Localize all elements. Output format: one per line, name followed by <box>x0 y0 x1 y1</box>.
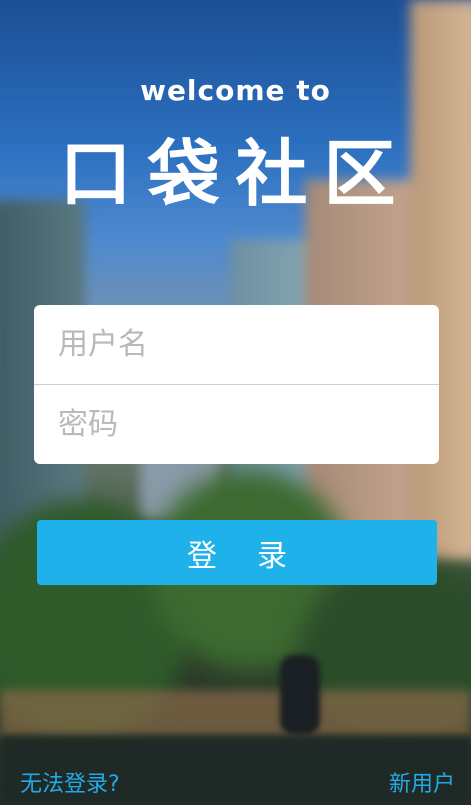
new-user-link[interactable]: 新用户 <box>389 766 455 798</box>
username-input[interactable] <box>34 305 439 384</box>
welcome-text: welcome to <box>140 74 331 107</box>
app-title: 口袋社区 <box>59 132 412 216</box>
login-screen: welcome to 口袋社区 登录 无法登录? 新用户 <box>0 0 471 805</box>
login-form <box>34 305 439 464</box>
background-person <box>280 655 320 735</box>
background-wall <box>0 690 471 740</box>
login-button[interactable]: 登录 <box>37 520 437 585</box>
cant-login-link[interactable]: 无法登录? <box>20 766 120 798</box>
password-input[interactable] <box>34 385 439 464</box>
